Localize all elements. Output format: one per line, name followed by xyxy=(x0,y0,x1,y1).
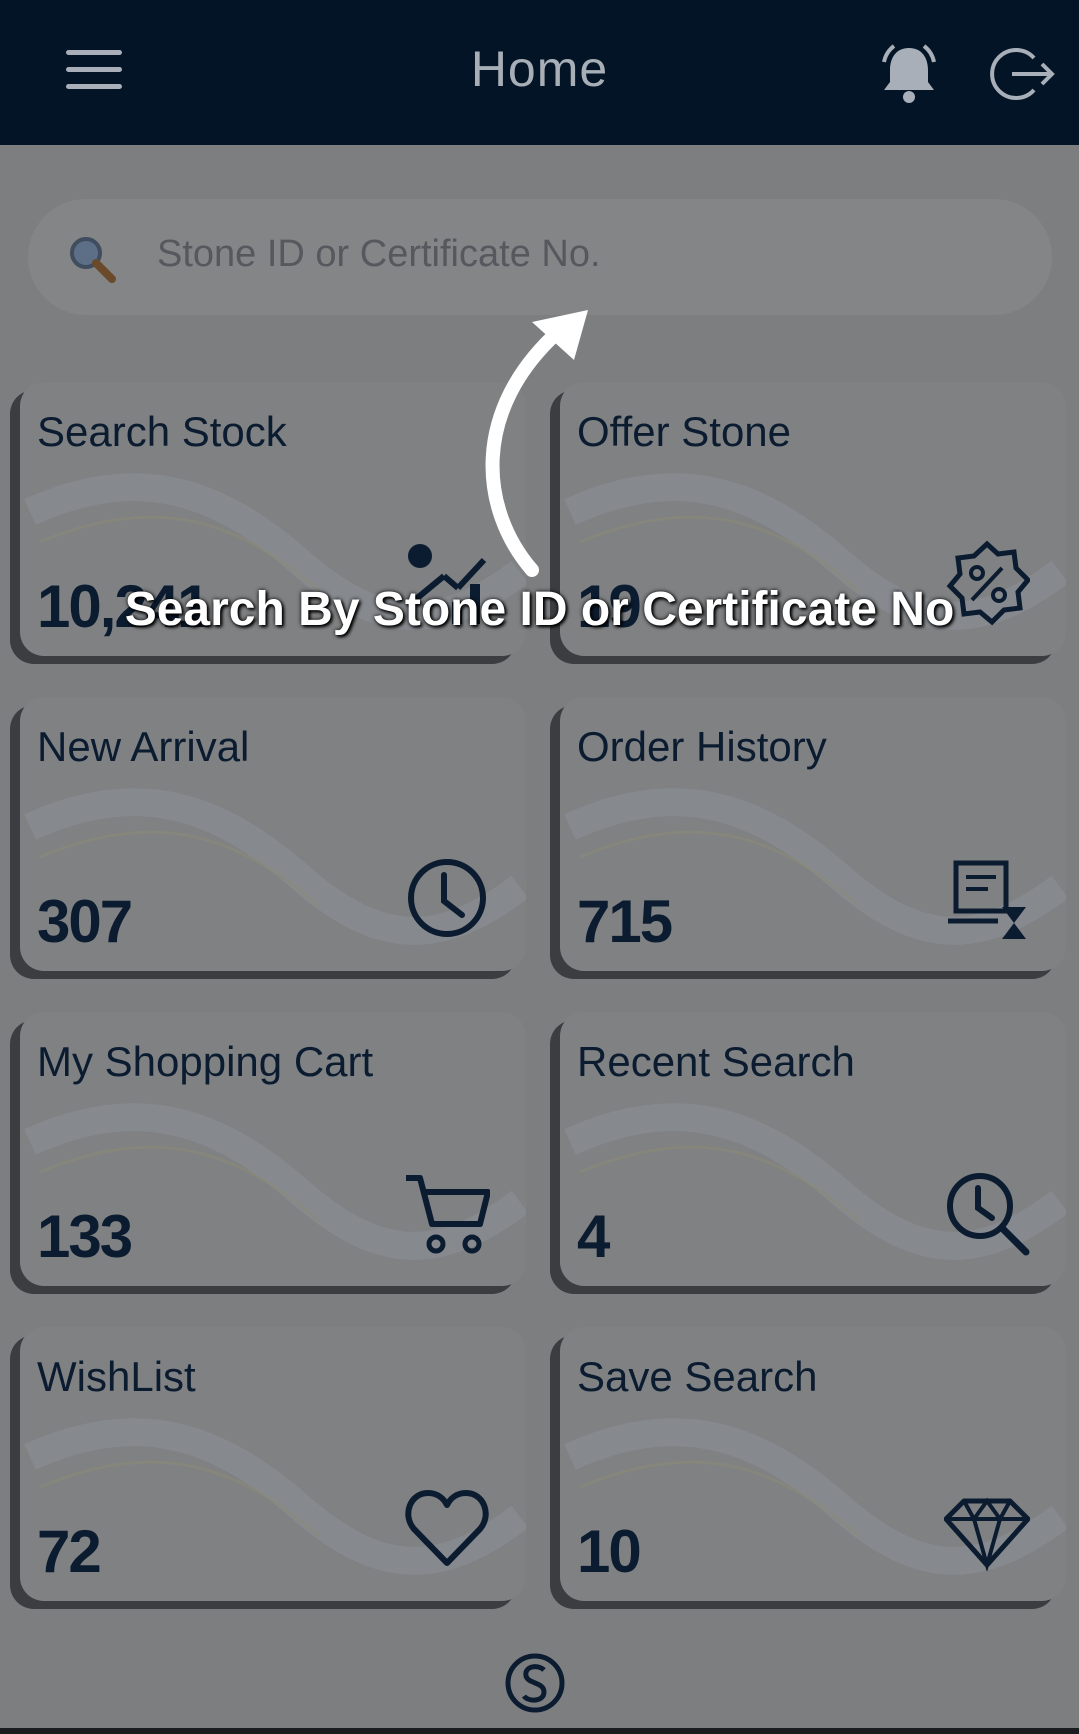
order-history-icon xyxy=(948,860,1026,939)
brand-logo-icon xyxy=(505,1653,565,1713)
recent-search-icon xyxy=(947,1173,1030,1256)
tile-label: Offer Stone xyxy=(577,408,792,455)
top-app-bar: Home xyxy=(0,0,1079,145)
tile-count: 307 xyxy=(37,888,133,955)
search-placeholder: Stone ID or Certificate No. xyxy=(157,233,601,275)
tile-count: 715 xyxy=(577,888,673,955)
logout-icon[interactable] xyxy=(990,44,1056,104)
tile-order-history[interactable]: Order History 715 xyxy=(560,697,1066,971)
tile-my-shopping-cart[interactable]: My Shopping Cart 133 xyxy=(20,1012,526,1286)
tile-count: 4 xyxy=(577,1203,610,1270)
tile-label: Recent Search xyxy=(577,1038,855,1085)
tile-label: Save Search xyxy=(577,1353,818,1400)
tile-label: Search Stock xyxy=(37,408,287,455)
tile-count: 133 xyxy=(37,1203,133,1270)
search-input[interactable]: Stone ID or Certificate No. xyxy=(28,199,1052,315)
heart-icon xyxy=(405,1490,489,1566)
search-icon xyxy=(70,237,116,283)
tile-save-search[interactable]: Save Search 10 xyxy=(560,1327,1066,1601)
curved-arrow-icon xyxy=(485,310,588,577)
cart-icon xyxy=(406,1175,490,1254)
tile-wishlist[interactable]: WishList 72 xyxy=(20,1327,526,1601)
bell-icon[interactable] xyxy=(876,40,942,106)
tile-new-arrival[interactable]: New Arrival 307 xyxy=(20,697,526,971)
clock-icon xyxy=(408,859,486,937)
tile-label: New Arrival xyxy=(37,723,250,770)
bottom-border xyxy=(0,1728,1079,1734)
tile-label: My Shopping Cart xyxy=(37,1038,374,1085)
coachmark-text: Search By Stone ID or Certificate No xyxy=(124,583,955,636)
tile-label: Order History xyxy=(577,723,827,770)
tile-count: 72 xyxy=(37,1518,102,1585)
diamond-icon xyxy=(944,1497,1030,1571)
tile-recent-search[interactable]: Recent Search 4 xyxy=(560,1012,1066,1286)
tile-label: WishList xyxy=(37,1353,196,1400)
tile-count: 10 xyxy=(577,1518,642,1585)
